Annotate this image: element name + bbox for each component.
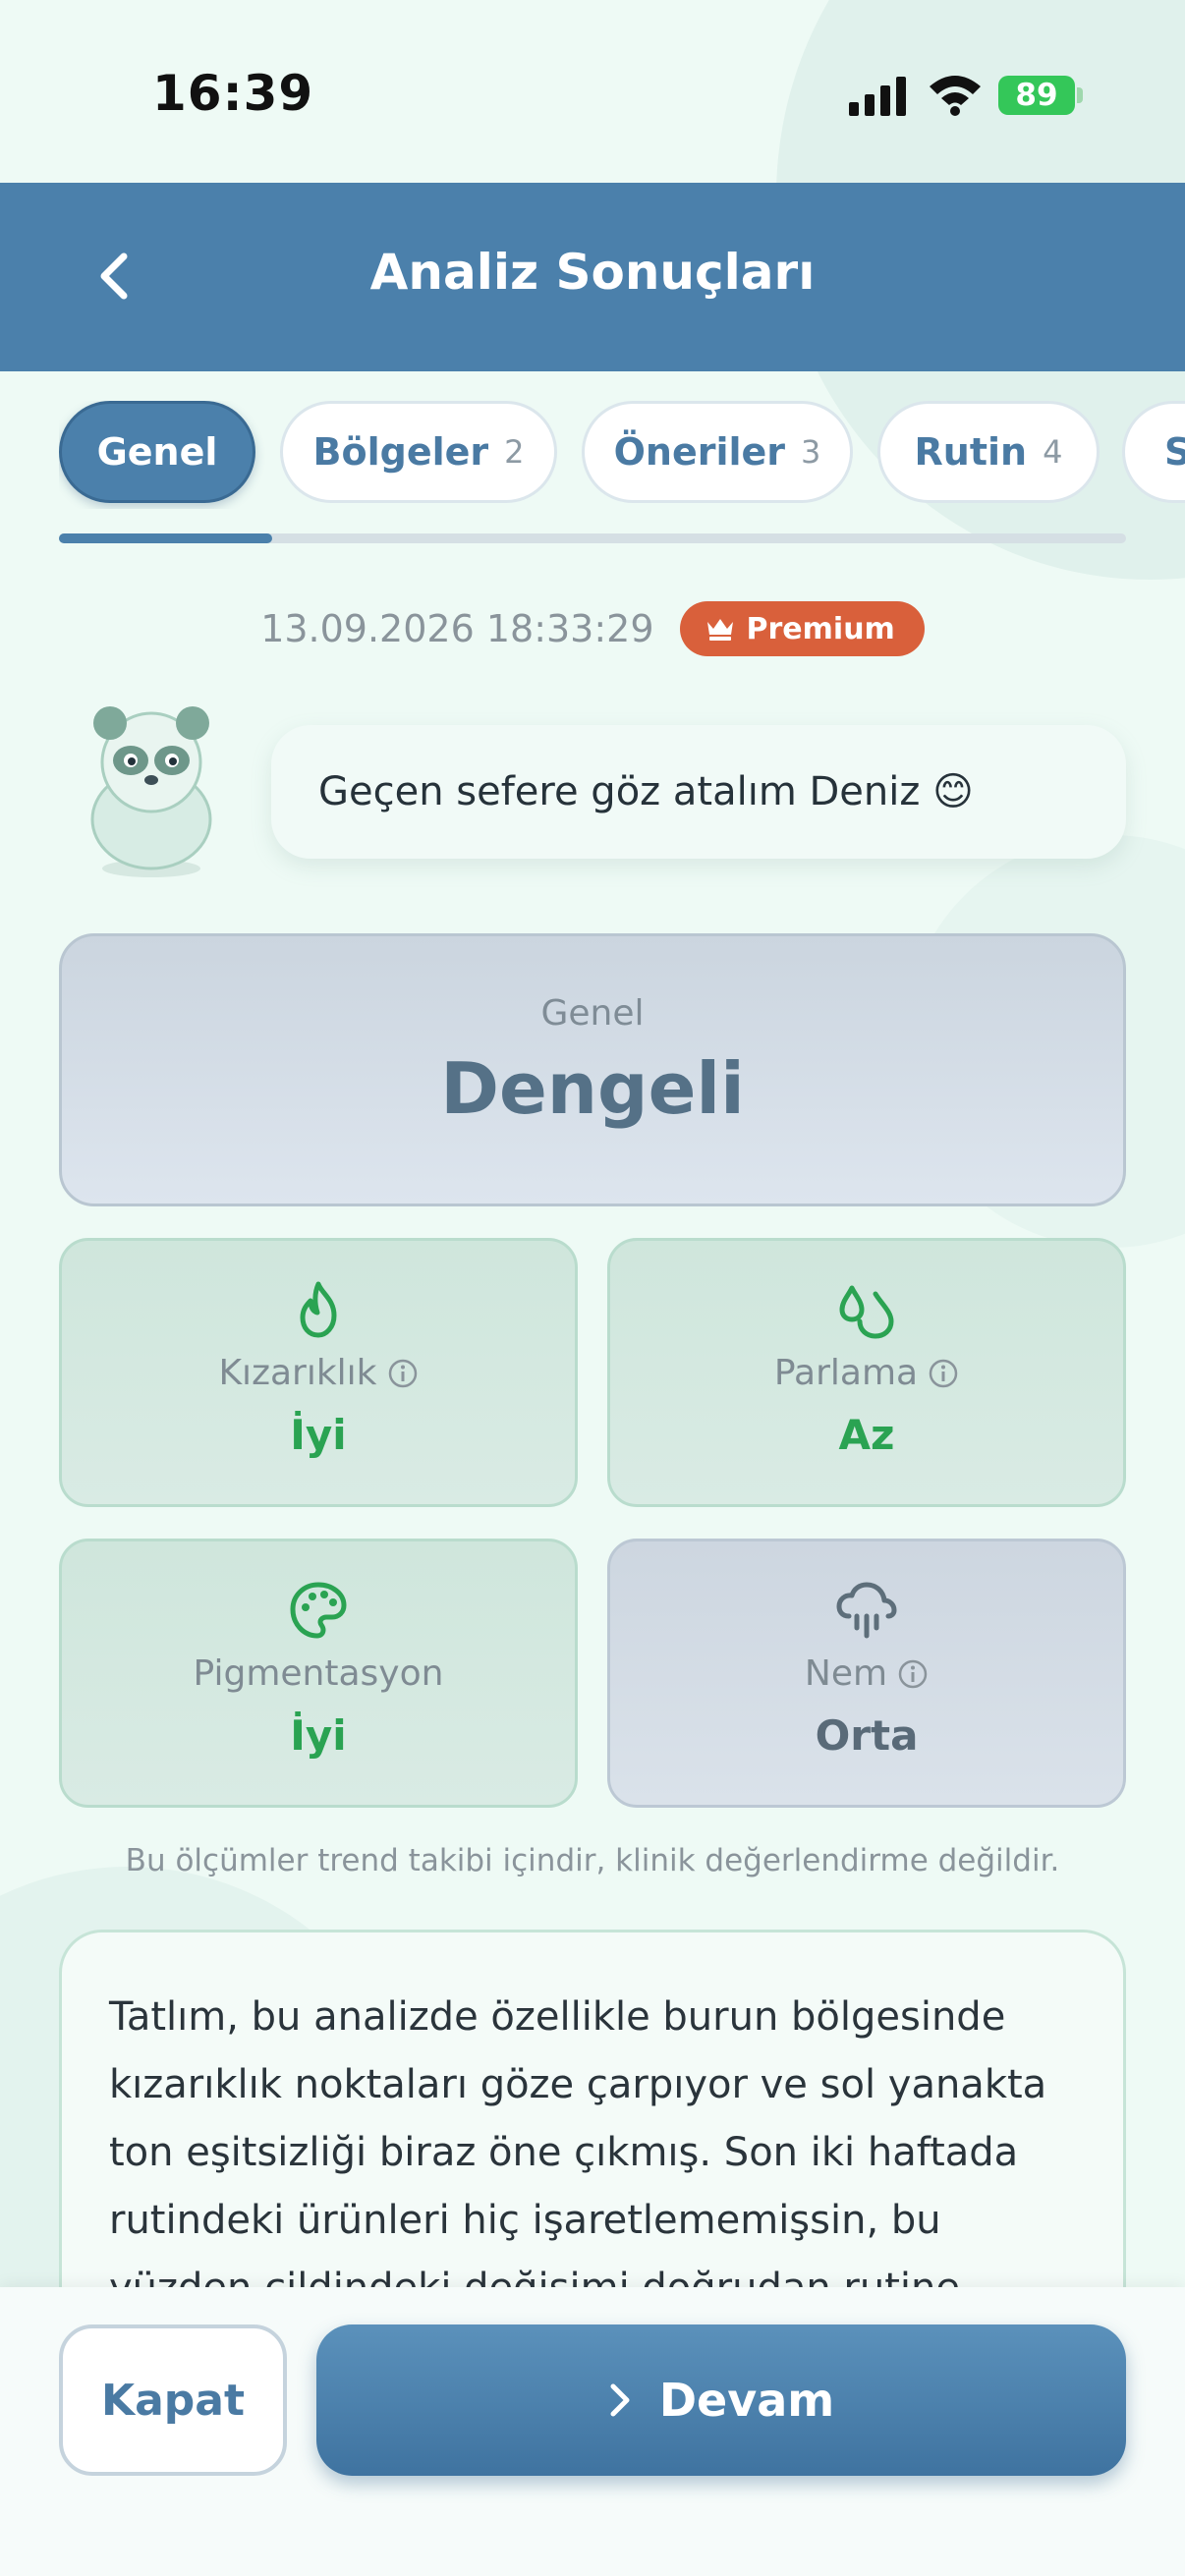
tab-label: Genel [96, 430, 218, 474]
analysis-meta: 13.09.2026 18:33:29 Premium [0, 601, 1185, 656]
metric-value: Az [838, 1411, 895, 1459]
greeting-text: Geçen sefere göz atalım Deniz 😊 [318, 769, 974, 814]
tab-progress-fill [59, 533, 273, 543]
metric-card-pigmentation[interactable]: Pigmentasyon İyi [59, 1539, 578, 1808]
status-bar: 16:39 89 [0, 0, 1185, 183]
tab-partial[interactable]: S [1122, 401, 1185, 503]
tab-label: S [1164, 430, 1185, 474]
status-time: 16:39 [152, 65, 314, 122]
metric-card-moisture[interactable]: Nem Orta [607, 1539, 1126, 1808]
tab-bar: Genel Bölgeler 2 Öneriler 3 Rutin 4 S [59, 401, 1185, 509]
page-title: Analiz Sonuçları [369, 244, 816, 301]
droplets-icon [839, 1285, 894, 1339]
info-icon[interactable] [897, 1658, 929, 1690]
tab-oneriler[interactable]: Öneriler 3 [582, 401, 853, 503]
info-icon[interactable] [387, 1358, 419, 1389]
cellular-signal-icon [849, 77, 906, 116]
wifi-icon [930, 76, 981, 116]
metric-label: Parlama [773, 1353, 919, 1393]
battery-icon: 89 [998, 76, 1075, 115]
info-icon[interactable] [928, 1358, 959, 1389]
analysis-comment-text: Tatlım, bu analizde özellikle burun bölg… [109, 1994, 1047, 2311]
metric-card-redness[interactable]: Kızarıklık İyi [59, 1238, 578, 1507]
overall-label: Genel [540, 993, 645, 1034]
metric-label: Kızarıklık [218, 1353, 377, 1393]
analysis-date: 13.09.2026 18:33:29 [260, 607, 654, 650]
chevron-right-icon [610, 2383, 630, 2417]
continue-label: Devam [658, 2374, 835, 2427]
overall-result-card: Genel Dengeli [59, 933, 1126, 1206]
metric-label: Pigmentasyon [193, 1653, 444, 1694]
battery-tip [1077, 87, 1083, 103]
tab-rutin[interactable]: Rutin 4 [877, 401, 1100, 503]
tab-genel[interactable]: Genel [59, 401, 255, 503]
tab-bolgeler[interactable]: Bölgeler 2 [280, 401, 557, 503]
tab-count: 2 [504, 433, 525, 471]
metric-value: Orta [815, 1711, 919, 1760]
battery-level: 89 [1015, 78, 1058, 113]
premium-badge: Premium [679, 601, 925, 656]
tab-count: 3 [801, 433, 821, 471]
crown-icon [706, 619, 733, 641]
panda-mascot-icon [90, 706, 212, 877]
premium-label: Premium [746, 611, 895, 646]
disclaimer-text: Bu ölçümler trend takibi içindir, klinik… [125, 1843, 1060, 1878]
overall-value: Dengeli [440, 1047, 745, 1130]
continue-button[interactable]: Devam [316, 2324, 1126, 2476]
tab-label: Bölgeler [312, 430, 489, 474]
tab-count: 4 [1043, 433, 1063, 471]
tab-progress-track [59, 533, 1126, 543]
metric-value: İyi [290, 1711, 347, 1760]
close-button[interactable]: Kapat [59, 2324, 287, 2476]
flame-icon [300, 1281, 337, 1338]
footer-actions: Kapat Devam [0, 2287, 1185, 2576]
close-label: Kapat [100, 2375, 245, 2426]
header: Analiz Sonuçları [0, 183, 1185, 371]
cloud-rain-icon [836, 1582, 897, 1639]
metric-value: İyi [290, 1411, 347, 1459]
metric-label: Nem [804, 1653, 888, 1694]
tab-label: Rutin [914, 430, 1028, 474]
greeting-bubble: Geçen sefere göz atalım Deniz 😊 [271, 725, 1126, 859]
tab-label: Öneriler [613, 430, 786, 474]
metric-card-shine[interactable]: Parlama Az [607, 1238, 1126, 1507]
palette-icon [290, 1582, 347, 1639]
